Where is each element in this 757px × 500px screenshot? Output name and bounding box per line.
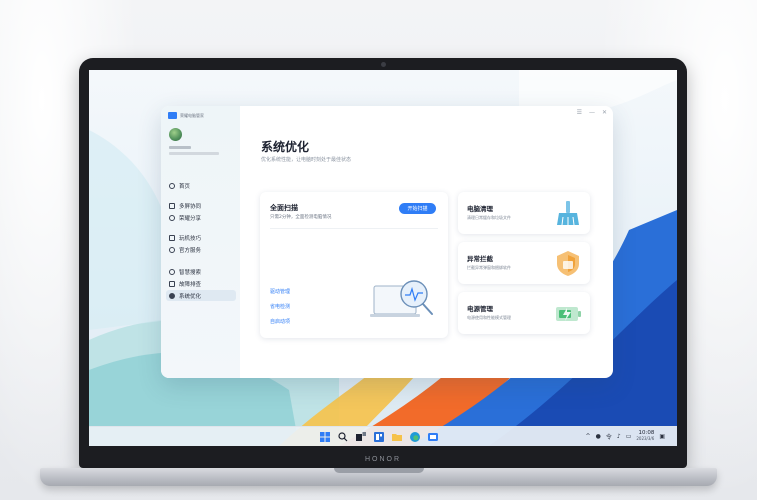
minimize-button[interactable]: — <box>589 110 595 116</box>
app-logo-icon <box>168 112 177 119</box>
laptop-base <box>40 468 717 486</box>
tile-title: 电源管理 <box>467 305 493 313</box>
app-name: 荣耀电脑管家 <box>180 112 204 118</box>
bottom-bezel: HONOR <box>79 446 687 468</box>
sidebar-item-label: 智慧搜索 <box>179 269 202 276</box>
window-controls: ☰ — ✕ <box>577 110 607 116</box>
power-management-tile[interactable]: 电源管理 电源使用和性能模式管理 <box>458 292 590 334</box>
sidebar-item-label: 首页 <box>179 183 191 190</box>
scan-illustration-icon <box>370 280 433 317</box>
sidebar-item-tips[interactable]: 玩机技巧 <box>166 232 236 243</box>
service-icon <box>169 246 175 253</box>
tips-icon <box>169 234 175 241</box>
taskbar: ^ ● 令 ♪ ▭ 10:08 2023/3/6 ▣ <box>89 426 677 446</box>
pc-manager-icon[interactable] <box>427 431 438 442</box>
sidebar-item-multiscreen[interactable]: 多屏协同 <box>166 200 236 211</box>
sidebar-item-label: 系统优化 <box>179 293 202 300</box>
driver-management-link[interactable]: 驱动管理 <box>270 288 290 295</box>
sidebar-item-label: 多屏协同 <box>179 203 202 210</box>
file-explorer-icon[interactable] <box>391 431 402 442</box>
sidebar-item-smart-search[interactable]: 智慧搜索 <box>166 266 236 277</box>
tile-desc: 拦截异常弹窗和捆绑软件 <box>467 265 511 270</box>
share-icon <box>169 214 175 221</box>
power-saving-check-link[interactable]: 省电检测 <box>270 303 290 310</box>
lid-opening-notch <box>333 468 424 473</box>
sidebar-item-service[interactable]: 官方服务 <box>166 244 236 255</box>
widgets-icon[interactable] <box>373 431 384 442</box>
sidebar: 荣耀电脑管家 首页 多屏协同 荣耀分享 玩机技巧 官方服务 智慧搜索 故障排查 … <box>161 106 240 378</box>
pc-manager-window: 荣耀电脑管家 首页 多屏协同 荣耀分享 玩机技巧 官方服务 智慧搜索 故障排查 … <box>161 106 613 378</box>
tile-desc: 清理日常缓存和垃圾文件 <box>467 215 511 220</box>
pc-cleanup-tile[interactable]: 电脑清理 清理日常缓存和垃圾文件 <box>458 192 590 234</box>
windows-start-icon[interactable] <box>319 431 330 442</box>
sidebar-item-label: 玩机技巧 <box>179 235 202 242</box>
sidebar-item-optimize[interactable]: 系统优化 <box>166 290 236 301</box>
clock[interactable]: 10:08 2023/3/6 <box>636 430 654 442</box>
page-title: 系统优化 <box>261 140 310 154</box>
laptop-screen: 荣耀电脑管家 首页 多屏协同 荣耀分享 玩机技巧 官方服务 智慧搜索 故障排查 … <box>89 70 677 446</box>
menu-icon[interactable]: ☰ <box>577 110 582 116</box>
close-button[interactable]: ✕ <box>602 110 607 116</box>
tile-desc: 电源使用和性能模式管理 <box>467 315 511 320</box>
divider <box>270 228 438 229</box>
system-tray: ^ ● 令 ♪ ▭ 10:08 2023/3/6 ▣ <box>586 430 665 442</box>
chevron-up-icon[interactable]: ^ <box>586 433 591 440</box>
notification-icon[interactable]: ▣ <box>659 433 665 440</box>
sidebar-item-troubleshoot[interactable]: 故障排查 <box>166 278 236 289</box>
volume-icon[interactable]: ♪ <box>617 433 621 440</box>
tile-title: 电脑清理 <box>467 205 493 213</box>
full-scan-title: 全面扫描 <box>270 204 298 212</box>
user-avatar[interactable] <box>169 128 182 141</box>
sidebar-item-share[interactable]: 荣耀分享 <box>166 212 236 223</box>
optimize-icon <box>169 292 175 299</box>
wifi-icon[interactable]: 令 <box>606 432 612 441</box>
webcam <box>381 62 386 67</box>
smart-search-icon <box>169 268 175 275</box>
startup-items-link[interactable]: 自启动项 <box>270 318 290 325</box>
taskbar-app-icons <box>319 431 438 442</box>
troubleshoot-icon <box>169 280 175 287</box>
laptop-lid: 荣耀电脑管家 首页 多屏协同 荣耀分享 玩机技巧 官方服务 智慧搜索 故障排查 … <box>79 58 687 468</box>
shield-block-icon <box>557 251 579 276</box>
brand-logo: HONOR <box>364 456 402 463</box>
sidebar-item-home[interactable]: 首页 <box>166 180 236 191</box>
sidebar-item-label: 官方服务 <box>179 247 202 254</box>
status-icon[interactable]: ● <box>596 433 601 440</box>
user-subtitle-placeholder <box>169 152 219 155</box>
search-icon[interactable] <box>337 431 348 442</box>
abnormal-interception-tile[interactable]: 异常拦截 拦截异常弹窗和捆绑软件 <box>458 242 590 284</box>
edge-browser-icon[interactable] <box>409 431 420 442</box>
app-title-bar: 荣耀电脑管家 <box>168 112 204 119</box>
sidebar-item-label: 荣耀分享 <box>179 215 202 222</box>
battery-status-icon[interactable]: ▭ <box>626 433 632 440</box>
home-icon <box>169 182 175 189</box>
battery-icon <box>556 307 581 321</box>
multiscreen-icon <box>169 202 175 209</box>
full-scan-card: 全面扫描 只需2分钟，全面检测电脑情况 开始扫描 驱动管理 省电检测 自启动项 <box>260 192 448 338</box>
broom-icon <box>557 201 579 226</box>
tile-title: 异常拦截 <box>467 255 493 263</box>
user-name-placeholder <box>169 146 191 149</box>
sidebar-item-label: 故障排查 <box>179 281 202 288</box>
full-scan-desc: 只需2分钟，全面检测电脑情况 <box>270 215 332 220</box>
start-scan-button[interactable]: 开始扫描 <box>399 203 436 214</box>
clock-date: 2023/3/6 <box>636 436 655 441</box>
task-view-icon[interactable] <box>355 431 366 442</box>
page-subtitle: 优化系统性能，让电脑时刻处于最佳状态 <box>261 157 352 163</box>
